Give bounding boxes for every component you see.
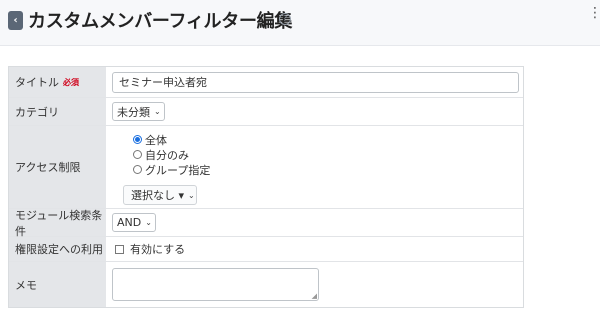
row-access: アクセス制限 全体 自分のみ グループ指定 選択なし ▾ ⌄ — [9, 126, 523, 209]
permission-checkbox-label: 有効にする — [130, 243, 186, 256]
radio-label-self: 自分のみ — [145, 148, 189, 162]
radio-option-self[interactable]: 自分のみ — [133, 147, 210, 162]
memo-label: メモ — [15, 278, 37, 292]
module-label: モジュール検索条件 — [15, 208, 103, 238]
label-category: カテゴリ — [9, 98, 106, 125]
field-access: 全体 自分のみ グループ指定 選択なし ▾ ⌄ — [106, 126, 523, 208]
radio-button-all[interactable] — [133, 135, 142, 144]
field-memo: ◢ — [106, 262, 523, 307]
group-select-button[interactable]: 選択なし ▾ ⌄ — [123, 185, 197, 205]
chevron-down-icon: ⌄ — [154, 107, 161, 116]
category-value: 未分類 — [117, 105, 150, 119]
category-label: カテゴリ — [15, 105, 59, 119]
radio-option-group[interactable]: グループ指定 — [133, 162, 210, 177]
memo-textarea[interactable]: ◢ — [112, 268, 319, 301]
back-button[interactable]: ‹ — [8, 11, 23, 30]
permission-label: 権限設定への利用 — [15, 243, 103, 256]
page-title: カスタムメンバーフィルター編集 — [28, 11, 293, 32]
label-access: アクセス制限 — [9, 126, 106, 208]
category-select[interactable]: 未分類 ⌄ — [112, 102, 165, 121]
title-label: タイトル — [15, 76, 59, 89]
question-circle-icon[interactable]: ? — [279, 13, 291, 25]
vertical-dots-icon[interactable]: ⋮ — [588, 6, 600, 28]
field-category: 未分類 ⌄ — [106, 98, 523, 125]
chevron-left-icon: ‹ — [13, 15, 18, 26]
access-label: アクセス制限 — [15, 161, 81, 174]
row-memo: メモ ◢ — [9, 262, 523, 307]
access-radio-group: 全体 自分のみ グループ指定 — [106, 126, 210, 177]
label-permission: 権限設定への利用 — [9, 237, 106, 261]
title-input[interactable]: セミナー申込者宛 — [112, 71, 519, 93]
row-permission: 権限設定への利用 有効にする — [9, 237, 523, 262]
radio-option-all[interactable]: 全体 — [133, 132, 210, 147]
row-title: タイトル 必須 セミナー申込者宛 — [9, 67, 523, 98]
permission-checkbox[interactable] — [115, 244, 124, 254]
filter-form: タイトル 必須 セミナー申込者宛 カテゴリ 未分類 ⌄ アクセス制限 全体 自分… — [8, 66, 524, 308]
chevron-down-icon: ⌄ — [145, 218, 152, 227]
field-title: セミナー申込者宛 — [106, 67, 523, 97]
required-badge: 必須 — [63, 77, 79, 87]
chevron-down-icon: ⌄ — [188, 190, 195, 200]
row-module: モジュール検索条件 AND ⌄ — [9, 208, 523, 238]
radio-label-all: 全体 — [145, 133, 167, 147]
module-value: AND — [117, 216, 142, 229]
resize-handle-icon[interactable]: ◢ — [312, 293, 317, 300]
field-module: AND ⌄ — [106, 209, 523, 236]
row-category: カテゴリ 未分類 ⌄ — [9, 98, 523, 126]
module-select[interactable]: AND ⌄ — [112, 213, 156, 232]
menu-symbol: ⋮ — [588, 5, 600, 21]
page-header: ‹ カスタムメンバーフィルター編集 ? ⋮ — [0, 0, 600, 46]
label-memo: メモ — [9, 262, 106, 307]
label-module: モジュール検索条件 — [9, 208, 106, 238]
radio-button-self[interactable] — [133, 150, 142, 159]
group-select-label: 選択なし ▾ — [131, 189, 185, 202]
radio-label-group: グループ指定 — [145, 163, 211, 177]
label-title: タイトル 必須 — [9, 67, 106, 97]
field-permission: 有効にする — [106, 237, 523, 261]
radio-button-group[interactable] — [133, 165, 142, 174]
